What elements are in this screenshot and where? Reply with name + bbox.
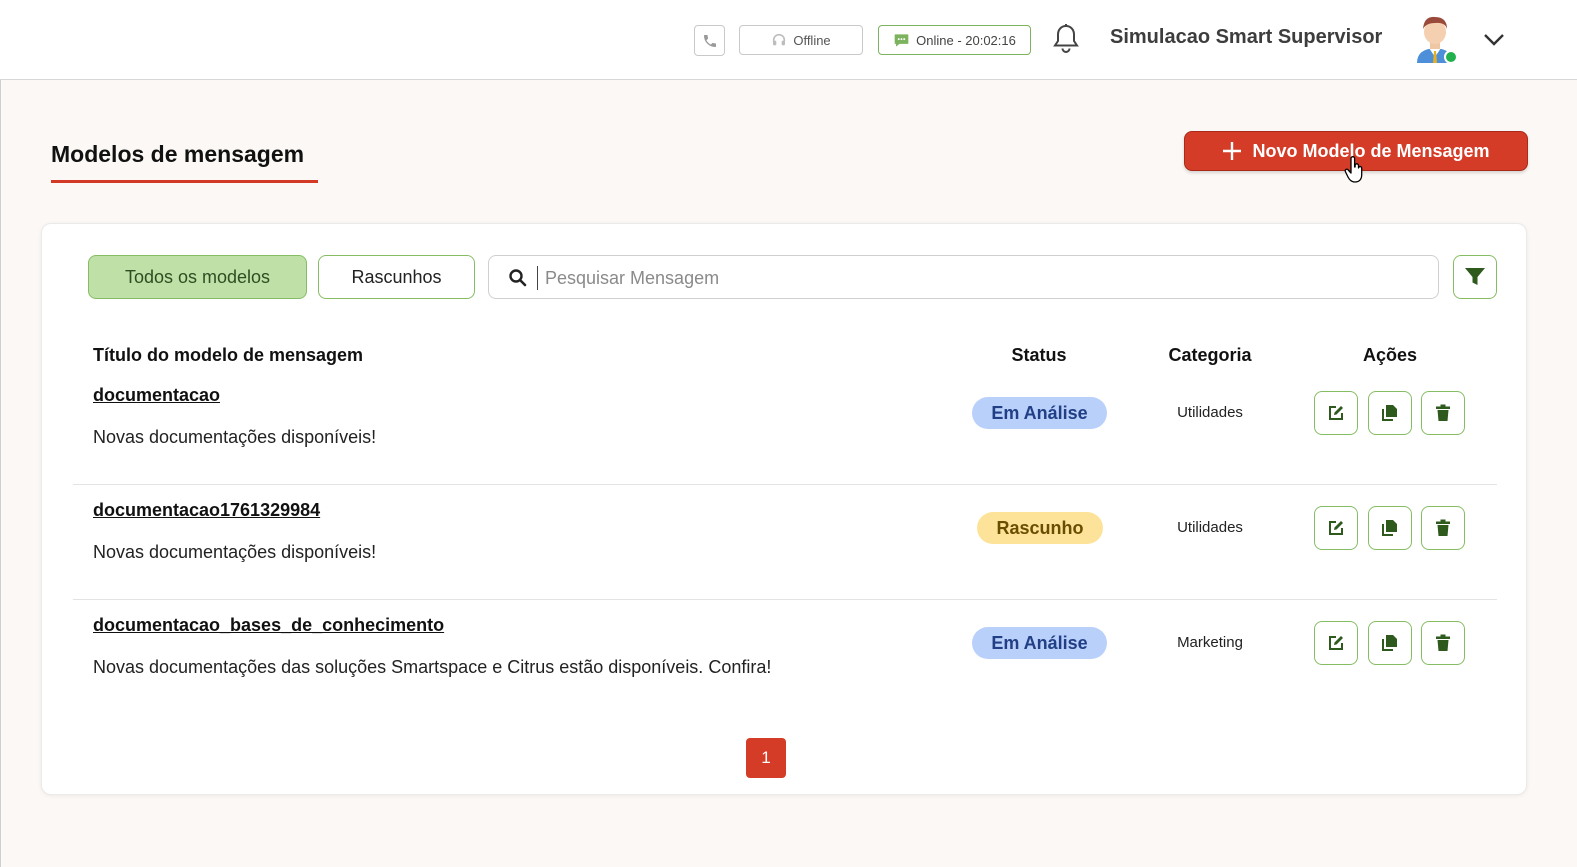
trash-icon: [1436, 519, 1450, 536]
duplicate-button[interactable]: [1368, 391, 1412, 435]
column-header-title: Título do modelo de mensagem: [93, 345, 364, 365]
duplicate-button[interactable]: [1368, 621, 1412, 665]
online-status-button[interactable]: Online - 20:02:16: [878, 25, 1031, 55]
filter-icon: [1465, 268, 1485, 285]
template-title-link[interactable]: documentacao1761329984: [93, 500, 320, 521]
copy-icon: [1382, 635, 1397, 651]
duplicate-button[interactable]: [1368, 506, 1412, 550]
category-label: Utilidades: [1177, 519, 1243, 536]
template-title-link[interactable]: documentacao_bases_de_conhecimento: [93, 615, 444, 636]
edit-button[interactable]: [1314, 391, 1358, 435]
delete-button[interactable]: [1421, 391, 1465, 435]
edit-icon: [1329, 521, 1343, 535]
column-header-actions: Ações: [1362, 345, 1418, 365]
template-description: Novas documentações disponíveis!: [93, 542, 377, 562]
tab-all-templates[interactable]: Todos os modelos: [88, 255, 307, 299]
trash-icon: [1436, 404, 1450, 421]
search-input[interactable]: [545, 262, 1415, 294]
trash-icon: [1436, 634, 1450, 651]
status-badge: Em Análise: [972, 627, 1107, 659]
column-header-category: Categoria: [1168, 345, 1252, 365]
text-cursor: [537, 266, 538, 290]
edit-icon: [1329, 406, 1343, 420]
copy-icon: [1382, 405, 1397, 421]
headset-icon: [773, 33, 786, 46]
user-name: Simulacao Smart Supervisor: [1110, 26, 1383, 48]
status-badge: Rascunho: [977, 512, 1103, 544]
phone-button[interactable]: [694, 25, 725, 56]
new-message-template-label: Novo Modelo de Mensagem: [1252, 140, 1490, 161]
category-label: Utilidades: [1177, 404, 1243, 421]
offline-label: Offline: [793, 32, 831, 48]
table-row: documentacao1761329984 Novas documentaçõ…: [73, 485, 1497, 600]
search-icon: [509, 269, 527, 287]
column-header-status: Status: [1011, 345, 1067, 365]
avatar[interactable]: [1411, 13, 1459, 65]
template-description: Novas documentações das soluções Smartsp…: [93, 657, 772, 677]
page-title: Modelos de mensagem: [51, 141, 305, 167]
template-title-link[interactable]: documentacao: [93, 385, 220, 406]
filter-button[interactable]: [1453, 255, 1497, 299]
online-label: Online - 20:02:16: [916, 32, 1016, 48]
edit-button[interactable]: [1314, 621, 1358, 665]
delete-button[interactable]: [1421, 506, 1465, 550]
title-underline: [51, 180, 318, 183]
copy-icon: [1382, 520, 1397, 536]
chevron-down-icon: [1484, 34, 1504, 46]
table-row: documentacao_bases_de_conhecimento Novas…: [73, 600, 1497, 715]
pagination-page-button[interactable]: 1: [746, 738, 786, 778]
offline-status-button[interactable]: Offline: [739, 25, 863, 55]
status-badge: Em Análise: [972, 397, 1107, 429]
user-menu-toggle[interactable]: [1481, 28, 1507, 50]
notifications-button[interactable]: [1052, 23, 1080, 55]
bell-icon: [1053, 24, 1079, 53]
edit-button[interactable]: [1314, 506, 1358, 550]
plus-icon: [1223, 142, 1242, 160]
tab-drafts[interactable]: Rascunhos: [318, 255, 475, 299]
edit-icon: [1329, 636, 1343, 650]
template-description: Novas documentações disponíveis!: [93, 427, 377, 447]
chat-icon: [894, 33, 909, 47]
phone-icon: [703, 34, 716, 47]
left-border: [0, 80, 1, 867]
table-row: documentacao Novas documentações disponí…: [73, 370, 1497, 485]
search-box: [488, 255, 1439, 299]
category-label: Marketing: [1177, 634, 1243, 651]
hand-cursor-icon: [1344, 156, 1363, 183]
templates-card: Todos os modelos Rascunhos Título do mod…: [41, 223, 1527, 795]
delete-button[interactable]: [1421, 621, 1465, 665]
top-bar: Offline Online - 20:02:16 Simulacao Smar…: [0, 0, 1577, 80]
